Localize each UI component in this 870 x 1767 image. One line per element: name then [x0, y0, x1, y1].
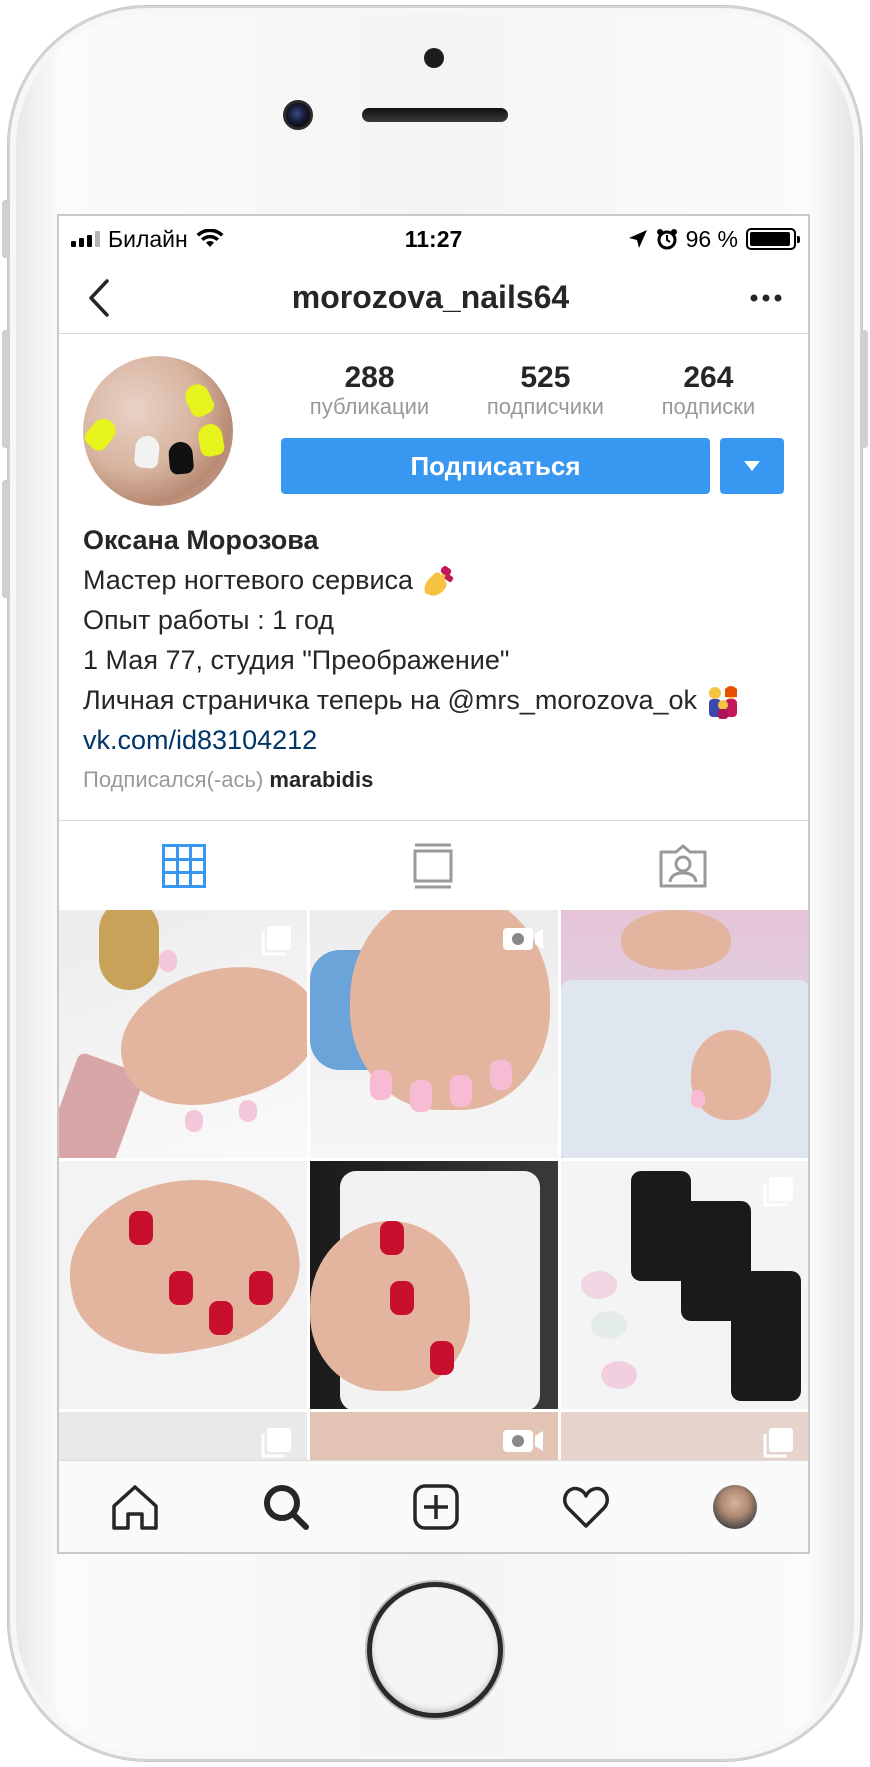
profile-avatar[interactable]: [83, 356, 233, 506]
post-thumbnail[interactable]: [59, 1161, 307, 1409]
profile-header: morozova_nails64: [59, 262, 808, 334]
back-button[interactable]: [87, 278, 111, 318]
home-button[interactable]: [367, 1582, 503, 1718]
profile-link[interactable]: vk.com/id83104212: [83, 720, 784, 760]
nail-polish-emoji-icon: [424, 565, 453, 596]
suggested-dropdown-button[interactable]: [720, 438, 784, 494]
carousel-icon: [261, 924, 293, 961]
profile-tab-avatar[interactable]: [712, 1484, 757, 1529]
tab-tagged[interactable]: [653, 836, 713, 896]
feed-list-icon: [413, 843, 453, 888]
profile-section: 288 публикации 525 подписчики 264 подпис…: [59, 334, 808, 798]
stat-followers[interactable]: 525 подписчики: [487, 362, 604, 420]
more-options-button[interactable]: [750, 293, 782, 303]
front-camera: [283, 100, 313, 130]
bio-line: Личная страничка теперь на @mrs_morozova…: [83, 685, 698, 715]
battery-icon: [746, 228, 800, 250]
mute-switch: [2, 200, 10, 258]
tab-grid[interactable]: [154, 836, 214, 896]
post-thumbnail[interactable]: [310, 1161, 558, 1409]
family-emoji-icon: [708, 685, 737, 719]
carousel-icon: [763, 1175, 795, 1212]
page-title: morozova_nails64: [291, 279, 570, 315]
following-label: подписки: [661, 394, 756, 419]
bio-line: Мастер ногтевого сервиса: [83, 565, 414, 595]
cellular-signal-icon: [71, 231, 100, 247]
followers-label: подписчики: [486, 394, 604, 419]
followed-by-text[interactable]: Подписался(-ась) marabidis: [83, 762, 784, 798]
posts-count: 288: [344, 361, 395, 394]
profile-stats: 288 публикации 525 подписчики 264 подпис…: [281, 362, 784, 420]
followed-by-prefix: Подписался(-ась): [83, 767, 264, 792]
post-thumbnail[interactable]: [561, 910, 808, 1158]
posts-grid: [59, 910, 808, 1552]
bio-line: 1 Мая 77, студия "Преображение": [83, 645, 510, 675]
status-bar: Билайн 11:27 96 %: [59, 216, 808, 262]
bottom-navigation: [59, 1460, 808, 1552]
video-icon: [502, 924, 544, 959]
followers-count: 525: [520, 361, 571, 394]
tagged-user-icon: [659, 844, 707, 887]
profile-name: Оксана Морозова: [83, 525, 319, 555]
stat-posts[interactable]: 288 публикации: [310, 362, 429, 420]
post-thumbnail[interactable]: [59, 910, 307, 1158]
battery-percent: 96 %: [685, 225, 738, 252]
posts-label: публикации: [309, 394, 430, 419]
proximity-sensor: [424, 48, 444, 68]
heart-icon[interactable]: [562, 1485, 610, 1529]
app-screen: Билайн 11:27 96 % morozova_nails64 288 п…: [57, 214, 810, 1554]
stat-following[interactable]: 264 подписки: [662, 362, 756, 420]
bio-line: Опыт работы : 1 год: [83, 605, 335, 635]
carrier-name: Билайн: [108, 225, 188, 252]
profile-bio: Оксана Морозова Мастер ногтевого сервиса…: [83, 520, 784, 798]
volume-down-button: [2, 480, 10, 598]
volume-up-button: [2, 330, 10, 448]
location-arrow-icon: [628, 230, 647, 248]
caret-down-icon: [744, 461, 760, 471]
video-icon: [502, 1426, 544, 1461]
earpiece-speaker: [362, 108, 508, 122]
home-icon[interactable]: [111, 1484, 159, 1530]
followed-by-user[interactable]: marabidis: [269, 767, 373, 792]
grid-icon: [161, 843, 206, 888]
tab-feed[interactable]: [403, 836, 463, 896]
post-thumbnail[interactable]: [310, 910, 558, 1158]
search-icon[interactable]: [262, 1483, 310, 1531]
power-button: [860, 330, 868, 448]
add-post-icon[interactable]: [412, 1483, 459, 1530]
wifi-icon: [196, 229, 224, 247]
post-thumbnail[interactable]: [561, 1161, 808, 1409]
following-count: 264: [683, 361, 734, 394]
follow-button[interactable]: Подписаться: [281, 438, 710, 494]
alarm-icon: [656, 229, 677, 250]
profile-tabs: [59, 820, 808, 910]
carousel-icon: [261, 1426, 293, 1463]
carousel-icon: [763, 1426, 795, 1463]
